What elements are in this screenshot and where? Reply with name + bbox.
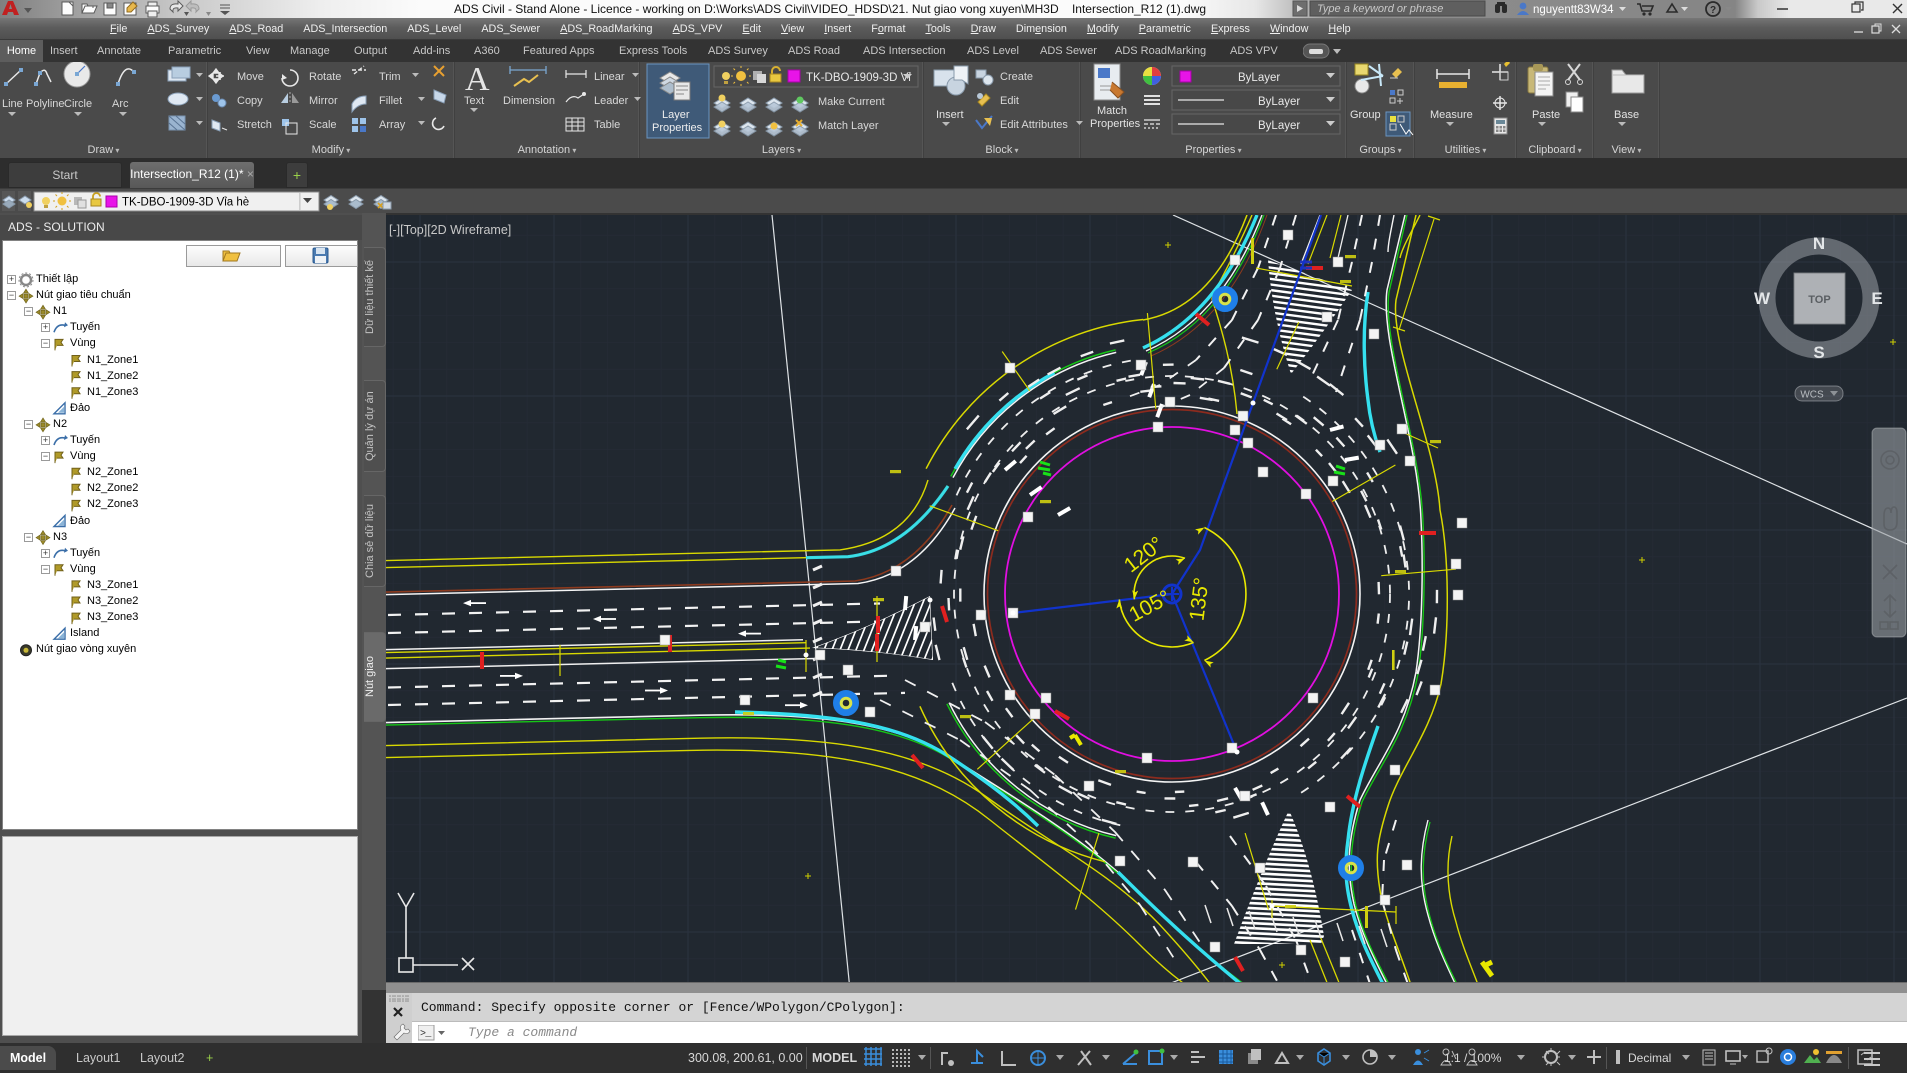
svg-text:Stretch: Stretch	[237, 119, 272, 131]
svg-text:Paste: Paste	[1532, 109, 1560, 121]
svg-text:Fillet: Fillet	[379, 95, 402, 107]
svg-text:?: ?	[1710, 5, 1716, 16]
svg-text:ByLayer: ByLayer	[1258, 96, 1300, 108]
svg-text:1:1 / 100%: 1:1 / 100%	[1444, 1051, 1502, 1065]
svg-text:TOP: TOP	[1808, 294, 1830, 306]
svg-text:Trim: Trim	[379, 71, 401, 83]
svg-text:Rotate: Rotate	[309, 71, 341, 83]
svg-text:Type a keyword or phrase: Type a keyword or phrase	[1317, 3, 1443, 15]
svg-text:Layer: Layer	[662, 109, 690, 121]
svg-text:Table: Table	[594, 119, 620, 131]
svg-text:Properties: Properties	[1090, 118, 1141, 130]
svg-text:Insert: Insert	[936, 109, 964, 121]
svg-text:Edit Attributes: Edit Attributes	[1000, 119, 1068, 131]
svg-text:Create: Create	[1000, 71, 1033, 83]
svg-text:Match: Match	[1097, 105, 1127, 117]
svg-text:Edit: Edit	[1000, 95, 1019, 107]
svg-text:A: A	[465, 62, 490, 98]
svg-text:Line: Line	[2, 98, 23, 110]
svg-text:W: W	[1754, 289, 1771, 308]
svg-text:Arc: Arc	[112, 98, 129, 110]
svg-text:E: E	[1871, 289, 1882, 308]
svg-text:Dimension: Dimension	[503, 95, 555, 107]
svg-text:Linear: Linear	[594, 71, 625, 83]
svg-text:S: S	[1813, 343, 1824, 362]
svg-text:Group: Group	[1350, 109, 1381, 121]
svg-text:Copy: Copy	[237, 95, 263, 107]
svg-text:135°: 135°	[1185, 576, 1213, 622]
svg-text:TK-DBO-1909-3D Vỉ: TK-DBO-1909-3D Vỉ	[806, 72, 911, 84]
svg-text:Mirror: Mirror	[309, 95, 338, 107]
svg-text:Circle: Circle	[64, 98, 92, 110]
svg-text:Text: Text	[464, 95, 484, 107]
svg-text:WCS: WCS	[1800, 390, 1824, 401]
svg-text:Base: Base	[1614, 109, 1639, 121]
svg-text:Decimal: Decimal	[1628, 1051, 1671, 1065]
svg-text:Match Layer: Match Layer	[818, 120, 879, 132]
svg-text:Properties: Properties	[652, 122, 703, 134]
svg-text:>_: >_	[420, 1029, 432, 1040]
svg-text:TK-DBO-1909-3D Vỉa hè: TK-DBO-1909-3D Vỉa hè	[122, 197, 249, 209]
svg-text:nguyentt83W34: nguyentt83W34	[1533, 4, 1614, 16]
svg-text:N: N	[1813, 234, 1825, 253]
svg-text:Polyline: Polyline	[26, 98, 65, 110]
svg-text:Scale: Scale	[309, 119, 337, 131]
svg-text:Make Current: Make Current	[818, 96, 885, 108]
svg-text:Array: Array	[379, 119, 406, 131]
svg-text:Measure: Measure	[1430, 109, 1473, 121]
svg-text:Move: Move	[237, 71, 264, 83]
svg-text:ByLayer: ByLayer	[1238, 72, 1280, 84]
svg-text:[-][Top][2D Wireframe]: [-][Top][2D Wireframe]	[389, 223, 511, 237]
svg-text:ByLayer: ByLayer	[1258, 120, 1300, 132]
svg-text:Leader: Leader	[594, 95, 629, 107]
